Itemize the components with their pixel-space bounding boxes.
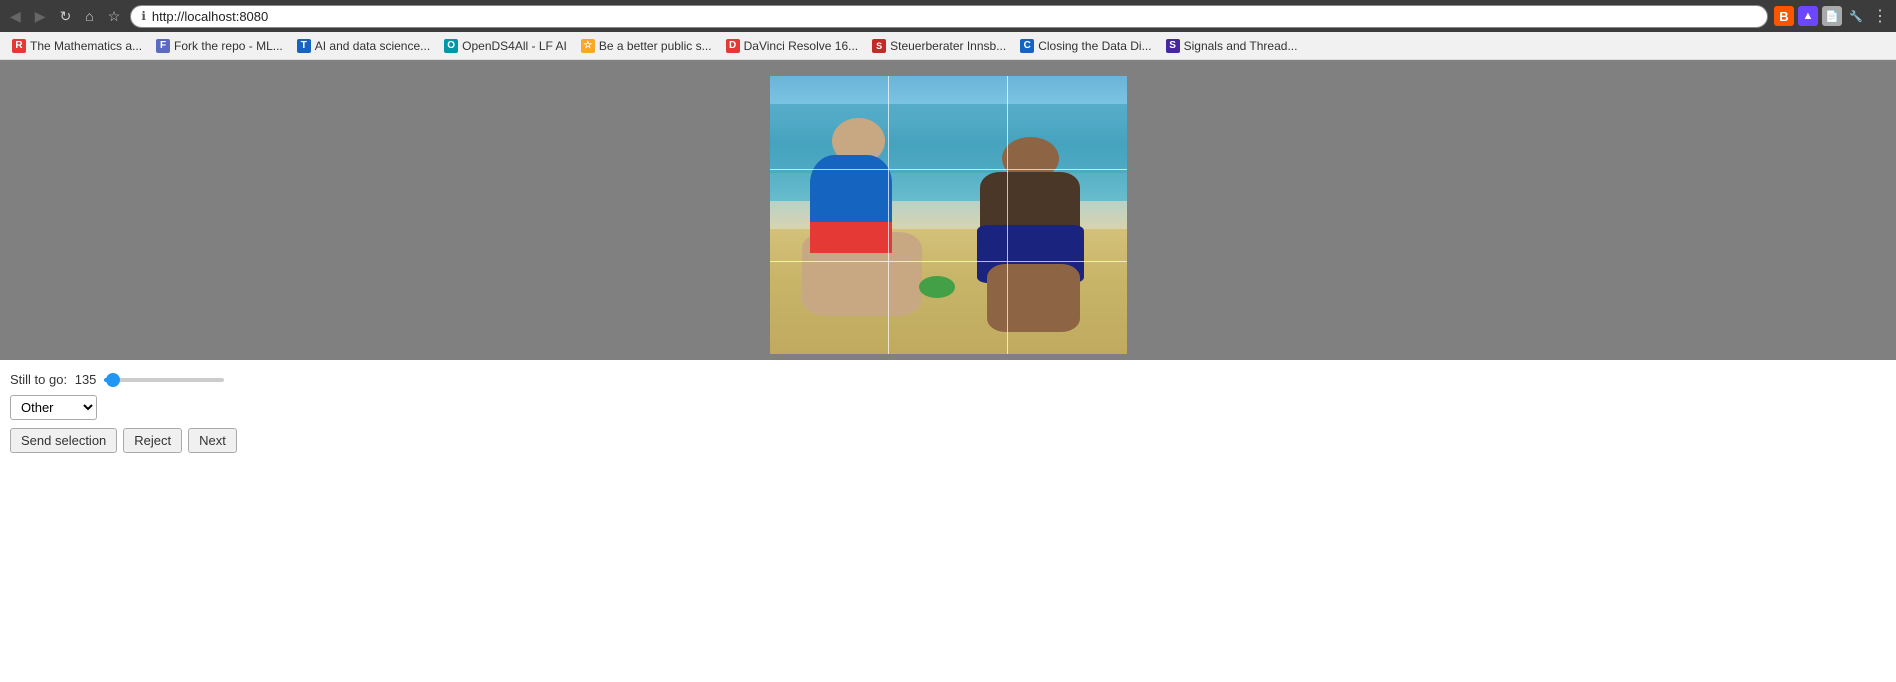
bookmark-item[interactable]: S Steuerberater Innsb...: [866, 37, 1012, 55]
forward-button[interactable]: ▶: [31, 7, 50, 25]
bookmark-item[interactable]: ☆ Be a better public s...: [575, 37, 718, 55]
brave-shield-icon[interactable]: B: [1774, 6, 1794, 26]
bookmark-label: Be a better public s...: [599, 39, 712, 53]
controls-area: Still to go: 135 Other People Nature Obj…: [0, 360, 1896, 465]
extension-page-icon[interactable]: 📄: [1822, 6, 1842, 26]
bookmarks-bar: R The Mathematics a... F Fork the repo -…: [0, 32, 1896, 60]
reload-button[interactable]: ↻: [56, 7, 76, 25]
image-container[interactable]: [770, 76, 1127, 354]
bookmark-label: DaVinci Resolve 16...: [744, 39, 859, 53]
bookmark-label: The Mathematics a...: [30, 39, 142, 53]
extensions-menu-button[interactable]: ⋮: [1870, 6, 1890, 26]
category-select[interactable]: Other People Nature Objects Animals Food…: [10, 395, 97, 420]
bookmark-favicon: D: [726, 39, 740, 53]
bookmark-label: Closing the Data Di...: [1038, 39, 1151, 53]
bookmark-favicon: ☆: [581, 39, 595, 53]
bookmark-favicon: S: [1166, 39, 1180, 53]
progress-slider[interactable]: [104, 378, 224, 382]
home-button[interactable]: ⌂: [81, 7, 97, 25]
bookmark-item[interactable]: O OpenDS4All - LF AI: [438, 37, 573, 55]
bookmark-favicon: R: [12, 39, 26, 53]
bookmark-item[interactable]: D DaVinci Resolve 16...: [720, 37, 865, 55]
bookmark-favicon: F: [156, 39, 170, 53]
bookmark-favicon: T: [297, 39, 311, 53]
boy-figure: [966, 137, 1109, 332]
bookmark-favicon: O: [444, 39, 458, 53]
send-selection-button[interactable]: Send selection: [10, 428, 117, 453]
bookmark-label: Signals and Thread...: [1184, 39, 1298, 53]
url-text: http://localhost:8080: [152, 9, 1757, 24]
bookmark-item[interactable]: C Closing the Data Di...: [1014, 37, 1157, 55]
reject-button[interactable]: Reject: [123, 428, 182, 453]
extension-settings-icon[interactable]: 🔧: [1846, 6, 1866, 26]
bookmark-label: AI and data science...: [315, 39, 430, 53]
progress-value: 135: [75, 372, 97, 387]
girl-figure: [787, 118, 937, 327]
browser-extensions: B ▲ 📄 🔧 ⋮: [1774, 6, 1890, 26]
browser-chrome: ◀ ▶ ↻ ⌂ ☆ ℹ http://localhost:8080 B ▲ 📄 …: [0, 0, 1896, 32]
next-button[interactable]: Next: [188, 428, 237, 453]
bookmark-label: Fork the repo - ML...: [174, 39, 283, 53]
progress-row: Still to go: 135: [10, 372, 1886, 387]
bookmark-label: Steuerberater Innsb...: [890, 39, 1006, 53]
buttons-row: Send selection Reject Next: [10, 428, 1886, 453]
beach-image: [770, 76, 1127, 354]
bookmark-item[interactable]: F Fork the repo - ML...: [150, 37, 289, 55]
address-bar[interactable]: ℹ http://localhost:8080: [130, 5, 1768, 28]
dropdown-row: Other People Nature Objects Animals Food…: [10, 395, 1886, 420]
brave-wallet-icon[interactable]: ▲: [1798, 6, 1818, 26]
main-content-area: [0, 60, 1896, 360]
bookmark-item[interactable]: R The Mathematics a...: [6, 37, 148, 55]
bookmark-label: OpenDS4All - LF AI: [462, 39, 567, 53]
bookmark-item[interactable]: T AI and data science...: [291, 37, 436, 55]
bookmark-toggle-button[interactable]: ☆: [104, 7, 125, 25]
progress-label: Still to go: 135: [10, 372, 96, 387]
back-button[interactable]: ◀: [6, 7, 25, 25]
bookmark-item[interactable]: S Signals and Thread...: [1160, 37, 1304, 55]
security-icon: ℹ: [141, 9, 146, 23]
bookmark-favicon: C: [1020, 39, 1034, 53]
bookmark-favicon: S: [872, 39, 886, 53]
